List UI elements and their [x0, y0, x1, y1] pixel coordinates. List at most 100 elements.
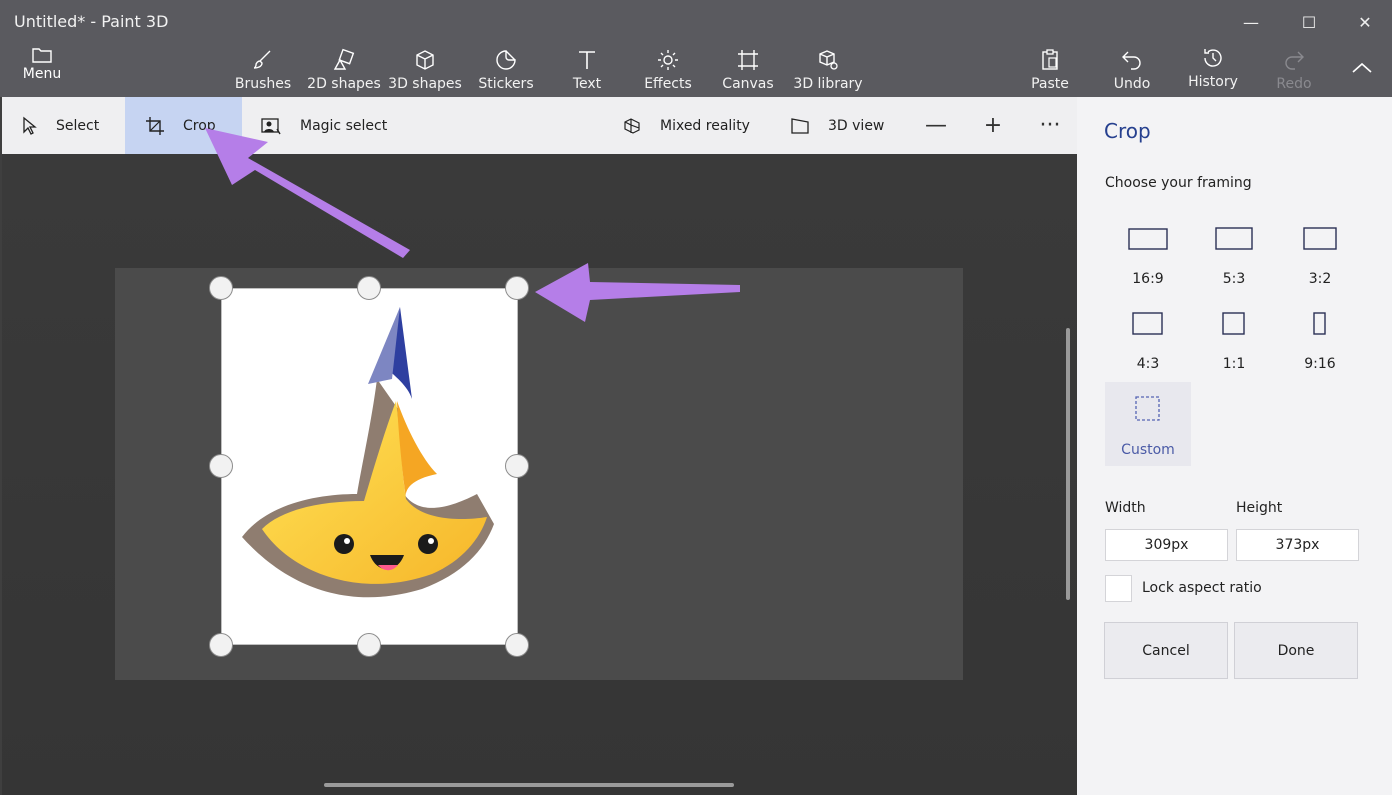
magic-select-icon: [261, 117, 281, 134]
paste-icon: [1042, 49, 1058, 70]
cancel-button[interactable]: Cancel: [1104, 622, 1228, 679]
window-title: Untitled* - Paint 3D: [14, 12, 169, 31]
crop-icon: [146, 116, 164, 135]
crop-handle-top[interactable]: [357, 276, 381, 300]
history-icon: [1204, 49, 1222, 67]
selection-toolbar: Select Crop Magic select Mixed reality 3…: [0, 97, 1077, 154]
crop-selection[interactable]: [221, 288, 518, 645]
height-input[interactable]: 373px: [1236, 529, 1359, 561]
more-options-button[interactable]: ···: [1036, 111, 1064, 139]
framing-3-2[interactable]: 3:2: [1277, 213, 1363, 297]
stickers-icon: [496, 50, 516, 70]
redo-icon: [1285, 51, 1304, 70]
height-label: Height: [1236, 500, 1283, 516]
panel-title: Crop: [1104, 119, 1151, 143]
ratio-5-3-icon: [1215, 227, 1253, 250]
tool-effects[interactable]: Effects: [627, 48, 709, 92]
crop-panel: Crop Choose your framing 16:9 5:3 3:2 4:…: [1077, 97, 1392, 795]
tool-label: 3D shapes: [388, 76, 462, 92]
crop-handle-left[interactable]: [209, 454, 233, 478]
tool-label: History: [1188, 74, 1238, 90]
width-input[interactable]: 309px: [1105, 529, 1228, 561]
crop-tool[interactable]: Crop: [125, 97, 242, 154]
tool-3d-shapes[interactable]: 3D shapes: [384, 48, 466, 92]
custom-ratio-icon: [1135, 396, 1160, 421]
select-tool[interactable]: Select: [22, 97, 99, 154]
tool-label: Effects: [644, 76, 692, 92]
lock-aspect-label: Lock aspect ratio: [1142, 580, 1262, 596]
2d-shapes-icon: [333, 48, 355, 70]
crop-handle-bottom-left[interactable]: [209, 633, 233, 657]
framing-5-3[interactable]: 5:3: [1191, 213, 1277, 297]
framing-16-9[interactable]: 16:9: [1105, 213, 1191, 297]
redo-button[interactable]: Redo: [1253, 48, 1335, 92]
ratio-1-1-icon: [1222, 312, 1245, 335]
crop-handle-bottom[interactable]: [357, 633, 381, 657]
minimize-button[interactable]: —: [1228, 8, 1274, 36]
3d-view-button[interactable]: 3D view: [790, 97, 884, 154]
tool-text[interactable]: Text: [546, 48, 628, 92]
menu-button[interactable]: Menu: [14, 46, 70, 82]
ratio-4-3-icon: [1132, 312, 1163, 335]
framing-9-16[interactable]: 9:16: [1277, 298, 1363, 382]
tool-label: 2D shapes: [307, 76, 381, 92]
paste-button[interactable]: Paste: [1009, 48, 1091, 92]
lock-aspect-checkbox[interactable]: [1105, 575, 1132, 602]
canvas-icon: [738, 50, 758, 70]
crop-handle-top-left[interactable]: [209, 276, 233, 300]
tool-label: Paste: [1031, 76, 1069, 92]
3d-shapes-icon: [416, 50, 434, 70]
framing-4-3[interactable]: 4:3: [1105, 298, 1191, 382]
ratio-16-9-icon: [1128, 228, 1168, 250]
tool-label: Redo: [1276, 76, 1312, 92]
tool-brushes[interactable]: Brushes: [222, 48, 304, 92]
framing-label: Custom: [1121, 442, 1175, 458]
mixed-reality-button[interactable]: Mixed reality: [622, 97, 750, 154]
framing-label: 1:1: [1222, 356, 1246, 372]
tool-canvas[interactable]: Canvas: [707, 48, 789, 92]
close-button[interactable]: ✕: [1342, 8, 1388, 36]
tool-3d-library[interactable]: 3D library: [787, 48, 869, 92]
ratio-9-16-icon: [1313, 312, 1326, 335]
ratio-3-2-icon: [1303, 227, 1337, 250]
zoom-in-button[interactable]: +: [979, 111, 1007, 139]
framing-label: 16:9: [1132, 271, 1164, 287]
framing-label: 4:3: [1136, 356, 1160, 372]
tool-label: 3D library: [793, 76, 863, 92]
horizontal-scrollbar[interactable]: [324, 783, 734, 787]
tool-label: Brushes: [234, 76, 292, 92]
magic-select-label: Magic select: [300, 117, 388, 134]
framing-label: 5:3: [1222, 271, 1246, 287]
tool-label: Undo: [1113, 76, 1151, 92]
crop-handle-right[interactable]: [505, 454, 529, 478]
effects-icon: [658, 50, 678, 70]
star-sticker-image: [242, 307, 494, 598]
magic-select-tool[interactable]: Magic select: [260, 97, 387, 154]
framing-custom[interactable]: Custom: [1105, 382, 1191, 466]
mixed-reality-label: Mixed reality: [660, 117, 750, 134]
top-toolbar: Untitled* - Paint 3D — ☐ ✕ Menu Brushes …: [0, 0, 1392, 97]
3d-view-label: 3D view: [828, 117, 885, 134]
tool-stickers[interactable]: Stickers: [465, 48, 547, 92]
maximize-button[interactable]: ☐: [1286, 8, 1332, 36]
cursor-icon: [23, 116, 37, 135]
zoom-out-button[interactable]: —: [922, 111, 950, 139]
framing-label: 3:2: [1308, 271, 1332, 287]
tool-2d-shapes[interactable]: 2D shapes: [303, 48, 385, 92]
undo-button[interactable]: Undo: [1091, 48, 1173, 92]
width-label: Width: [1105, 500, 1146, 516]
vertical-scrollbar[interactable]: [1066, 328, 1070, 600]
history-button[interactable]: History: [1172, 46, 1254, 90]
chevron-up-icon[interactable]: [1348, 58, 1376, 78]
undo-icon: [1122, 51, 1141, 70]
select-label: Select: [56, 117, 100, 134]
crop-handle-bottom-right[interactable]: [505, 633, 529, 657]
brush-icon: [253, 50, 271, 69]
framing-label: 9:16: [1304, 356, 1336, 372]
crop-handle-top-right[interactable]: [505, 276, 529, 300]
done-button[interactable]: Done: [1234, 622, 1358, 679]
crop-label: Crop: [183, 117, 216, 134]
framing-1-1[interactable]: 1:1: [1191, 298, 1277, 382]
3d-view-icon: [791, 117, 809, 134]
folder-icon: [32, 48, 52, 63]
